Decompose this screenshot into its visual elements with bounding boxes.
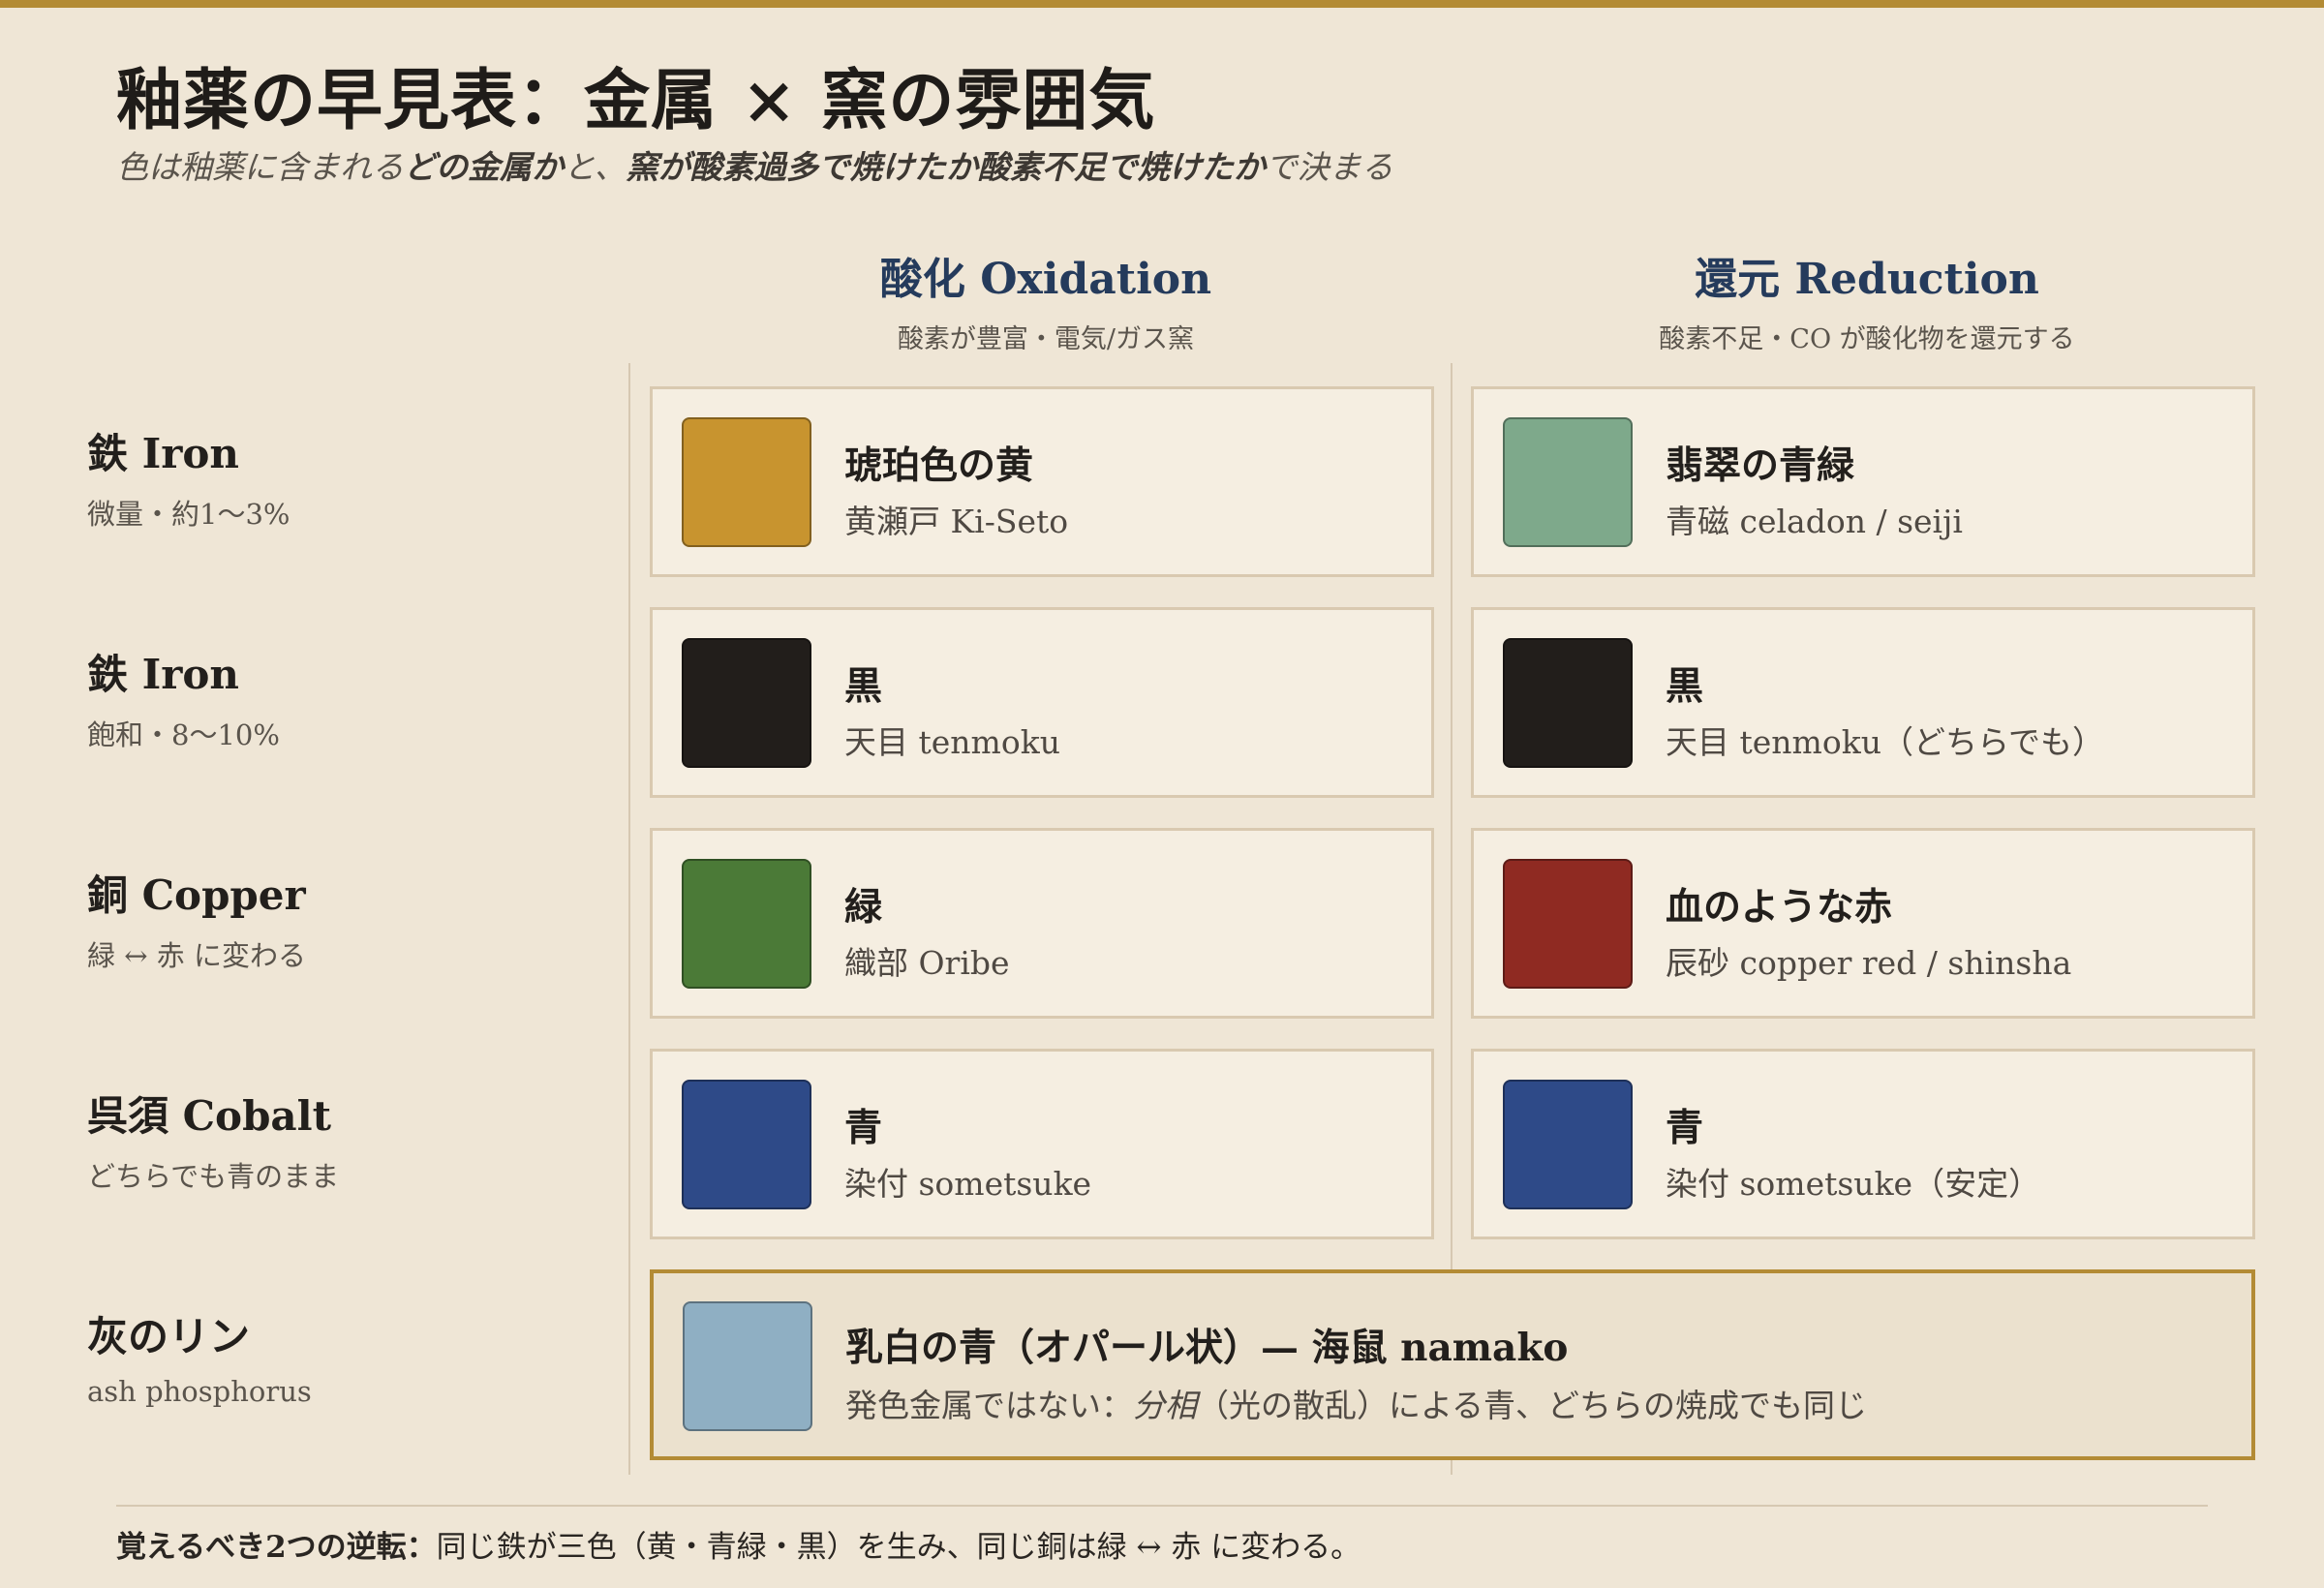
glaze-card-iron-saturated-reduction: 黒 天目 tenmoku（どちらでも） [1471, 607, 2255, 798]
glaze-card-iron-trace-reduction: 翡翠の青緑 青磁 celadon / seiji [1471, 386, 2255, 577]
row-label-cobalt: 呉須 Cobalt どちらでも青のまま [87, 1084, 610, 1195]
row-subtitle: 飽和・8〜10% [87, 718, 280, 751]
color-swatch [682, 859, 811, 989]
column-subtitle-oxidation: 酸素が豊富・電気/ガス窯 [897, 324, 1195, 354]
page-title: 釉薬の早見表：金属 × 窯の雰囲気 [116, 62, 1156, 139]
row-label-ash-phosphorus: 灰のリン ash phosphorus [87, 1304, 610, 1408]
glaze-card-iron-trace-oxidation: 琥珀色の黄 黄瀬戸 Ki-Seto [650, 386, 1434, 577]
glaze-color-name: 翡翠の青緑 [1666, 443, 1855, 488]
desc-emphasis: 分相 [1133, 1387, 1197, 1424]
glaze-card-copper-reduction: 血のような赤 辰砂 copper red / shinsha [1471, 828, 2255, 1019]
subtitle-text-5: で決まる [1265, 148, 1393, 186]
glaze-card-ash-namako: 乳白の青（オパール状）— 海鼠 namako 発色金属ではない：分相（光の散乱）… [650, 1269, 2255, 1460]
glaze-color-name: 青 [1666, 1106, 1704, 1150]
row-subtitle: 微量・約1〜3% [87, 498, 290, 531]
row-subtitle: どちらでも青のまま [87, 1160, 340, 1193]
column-title-oxidation: 酸化 Oxidation [879, 255, 1212, 304]
column-title-reduction: 還元 Reduction [1695, 255, 2039, 304]
glaze-color-name: 黒 [844, 664, 883, 709]
footnote: 覚えるべき2つの逆転：同じ鉄が三色（黄・青緑・黒）を生み、同じ銅は緑 ↔ 赤 に… [116, 1522, 1361, 1566]
glaze-style-name: 天目 tenmoku（どちらでも） [1666, 723, 2104, 761]
row-title: 灰のリン [87, 1313, 251, 1360]
row-label-iron-trace: 鉄 Iron 微量・約1〜3% [87, 421, 610, 533]
glaze-color-name: 緑 [844, 885, 883, 930]
subtitle-emphasis-kiln: 窯が酸素過多で焼けたか酸素不足で焼けたか [626, 148, 1266, 186]
subtitle-emphasis-metal: どの金属か [404, 148, 564, 186]
row-title: 呉須 Cobalt [87, 1092, 332, 1140]
glaze-color-name: 黒 [1666, 664, 1704, 709]
desc-text-1: 発色金属ではない： [845, 1387, 1133, 1424]
column-divider-left [628, 363, 630, 1475]
footnote-bold: 覚えるべき2つの逆転： [116, 1530, 437, 1565]
color-swatch [682, 638, 811, 768]
glaze-style-name: 辰砂 copper red / shinsha [1666, 944, 2072, 982]
glaze-card-copper-oxidation: 緑 織部 Oribe [650, 828, 1434, 1019]
row-title: 鉄 Iron [87, 651, 239, 698]
subtitle-text-3: と、 [564, 148, 627, 186]
glaze-color-name: 琥珀色の黄 [844, 443, 1034, 488]
glaze-style-name: 天目 tenmoku [844, 723, 1060, 761]
color-swatch [1503, 1080, 1633, 1209]
color-swatch [1503, 859, 1633, 989]
row-subtitle: ash phosphorus [87, 1375, 312, 1408]
subtitle-text-1: 色は釉薬に含まれる [116, 148, 404, 186]
glaze-card-cobalt-reduction: 青 染付 sometsuke（安定） [1471, 1049, 2255, 1239]
column-subtitle-reduction: 酸素不足・CO が酸化物を還元する [1659, 324, 2075, 354]
color-swatch [1503, 638, 1633, 768]
glaze-style-name: 染付 sometsuke（安定） [1666, 1165, 2041, 1203]
footnote-text: 同じ鉄が三色（黄・青緑・黒）を生み、同じ銅は緑 ↔ 赤 に変わる。 [436, 1530, 1361, 1565]
glaze-style-name: 青磁 celadon / seiji [1666, 503, 1963, 540]
color-swatch [683, 1301, 812, 1431]
glaze-color-name: 青 [844, 1106, 883, 1150]
row-title: 銅 Copper [87, 871, 306, 919]
row-label-copper: 銅 Copper 緑 ↔ 赤 に変わる [87, 863, 610, 974]
glaze-style-name: 織部 Oribe [844, 944, 1010, 982]
footer-divider [116, 1505, 2208, 1507]
top-accent-bar [0, 0, 2324, 8]
glaze-style-name: 黄瀬戸 Ki-Seto [844, 503, 1069, 540]
row-title: 鉄 Iron [87, 430, 239, 477]
page-subtitle: 色は釉薬に含まれるどの金属かと、窯が酸素過多で焼けたか酸素不足で焼けたかで決まる [116, 141, 1393, 188]
row-label-iron-saturated: 鉄 Iron 飽和・8〜10% [87, 642, 610, 753]
color-swatch [682, 1080, 811, 1209]
glaze-card-cobalt-oxidation: 青 染付 sometsuke [650, 1049, 1434, 1239]
glaze-color-name: 血のような赤 [1666, 885, 1893, 930]
color-swatch [1503, 417, 1633, 547]
glaze-card-iron-saturated-oxidation: 黒 天目 tenmoku [650, 607, 1434, 798]
column-header-reduction: 還元 Reduction 酸素不足・CO が酸化物を還元する [1475, 244, 2259, 355]
glaze-style-name: 染付 sometsuke [844, 1165, 1092, 1203]
glaze-color-name: 乳白の青（オパール状）— 海鼠 namako [845, 1326, 1569, 1370]
desc-text-3: （光の散乱）による青、どちらの焼成でも同じ [1197, 1387, 1868, 1424]
column-header-oxidation: 酸化 Oxidation 酸素が豊富・電気/ガス窯 [654, 244, 1438, 355]
color-swatch [682, 417, 811, 547]
glaze-description: 発色金属ではない：分相（光の散乱）による青、どちらの焼成でも同じ [845, 1380, 1867, 1426]
row-subtitle: 緑 ↔ 赤 に変わる [87, 939, 306, 972]
